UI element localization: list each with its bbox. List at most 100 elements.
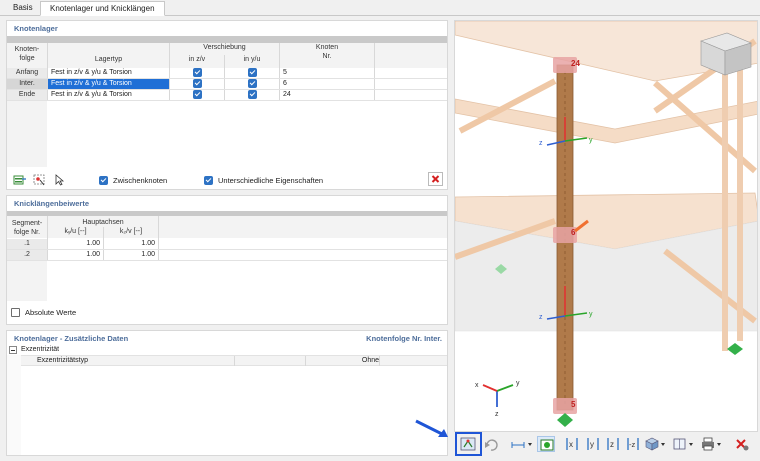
svg-text:z: z: [539, 140, 543, 147]
knotenlager-title: Knotenlager: [14, 24, 58, 33]
row-header-filler: [7, 101, 47, 167]
graphic-viewport[interactable]: 24 6 5 z y z y x y z: [454, 20, 758, 432]
checkbox-zv[interactable]: [193, 90, 202, 99]
display-options-button[interactable]: [510, 436, 534, 452]
view-y-button[interactable]: y: [584, 436, 602, 452]
view-minus-z-icon: -z: [627, 438, 639, 450]
table-export-icon: [13, 175, 26, 185]
kz-value[interactable]: 1.00: [104, 250, 155, 260]
absolute-werte-checkbox[interactable]: [11, 308, 20, 317]
knicklaengen-title: Knicklängenbeiwerte: [14, 199, 90, 208]
close-graphic-icon: [736, 439, 749, 451]
svg-text:z: z: [539, 314, 543, 321]
iso-view-icon: [645, 437, 665, 451]
box-view-icon: [673, 438, 693, 450]
render-icon: [540, 439, 554, 451]
row-header-filler: [7, 261, 47, 301]
checkbox-yu[interactable]: [248, 79, 257, 88]
tab-bar: Basis Knotenlager und Knicklängen: [0, 0, 760, 16]
row-knoten[interactable]: 24: [283, 90, 363, 100]
checkbox-zv[interactable]: [193, 68, 202, 77]
delete-button[interactable]: [428, 172, 443, 186]
segment-nr: .2: [7, 250, 47, 260]
row-lagertyp-selected[interactable]: Fest in z/v & y/u & Torsion: [48, 79, 169, 89]
header-knoten-nr: Knoten Nr.: [280, 43, 374, 68]
svg-text:y: y: [589, 311, 593, 318]
table-export-button[interactable]: [11, 172, 26, 186]
view-z-icon: z: [607, 438, 619, 450]
node-label-5: 5: [571, 400, 576, 409]
tab-knotenlager[interactable]: Knotenlager und Knicklängen: [40, 1, 165, 16]
support-bottom: [557, 413, 573, 427]
header-kz: k₂/v [--]: [104, 227, 158, 238]
exzentrizitaetstyp-value[interactable]: Ohne: [307, 356, 379, 366]
exzentrizitaetstyp-label: Exzentrizitätstyp: [37, 357, 88, 364]
row-line: [7, 100, 447, 101]
divider: [47, 43, 48, 100]
zusatz-knotenfolge: Knotenfolge Nr. Inter.: [366, 334, 442, 343]
row-lagertyp[interactable]: Fest in z/v & y/u & Torsion: [51, 90, 167, 100]
row-knoten[interactable]: 5: [283, 68, 363, 78]
dimension-icon: [511, 442, 532, 448]
header-ky: kᵧ/u [--]: [48, 227, 103, 238]
cursor-icon: [55, 174, 65, 186]
printer-icon: [702, 437, 721, 451]
row-line: [7, 260, 447, 261]
svg-text:-z: -z: [629, 440, 635, 449]
node-label-24: 24: [571, 59, 580, 68]
view-minus-z-button[interactable]: -z: [624, 436, 642, 452]
ky-value[interactable]: 1.00: [48, 250, 100, 260]
highlight-arrow-icon: [415, 419, 448, 437]
checkbox-zv[interactable]: [193, 79, 202, 88]
header-lagertyp: Lagertyp: [48, 43, 169, 68]
view-node-button[interactable]: [459, 436, 477, 452]
undo-icon: [485, 439, 498, 451]
row-lagertyp[interactable]: Fest in z/v & y/u & Torsion: [51, 68, 167, 78]
collapse-toggle[interactable]: [9, 346, 17, 354]
knicklaengen-panel: Knicklängenbeiwerte Segment- folge Nr. H…: [6, 195, 448, 325]
row-folge-anfang: Anfang: [7, 68, 47, 78]
undo-view-button[interactable]: [482, 436, 500, 452]
close-graphic-button[interactable]: [733, 436, 751, 452]
segment-nr: .1: [7, 239, 47, 249]
render-mode-button[interactable]: [537, 436, 555, 452]
global-axis-triad: x y z: [475, 380, 520, 418]
row-knoten[interactable]: 6: [283, 79, 363, 89]
zwischenknoten-checkbox[interactable]: [99, 176, 108, 185]
select-in-graphic-button[interactable]: [31, 172, 46, 186]
support-right: [727, 343, 743, 355]
table-top-bar: [7, 36, 447, 43]
svg-text:y: y: [516, 380, 520, 387]
header-knotenfolge: Knoten- folge: [7, 43, 47, 68]
divider: [379, 356, 380, 366]
kz-value[interactable]: 1.00: [104, 239, 155, 249]
svg-text:y: y: [589, 137, 593, 144]
visibility-button[interactable]: [671, 436, 697, 452]
iso-view-button[interactable]: [643, 436, 669, 452]
view-z-button[interactable]: z: [604, 436, 622, 452]
divider: [169, 43, 170, 100]
divider: [234, 356, 235, 366]
checkbox-yu[interactable]: [248, 90, 257, 99]
structure-graphic: 24 6 5 z y z y x y z: [455, 21, 757, 427]
zusatz-panel: Knotenlager - Zusätzliche Daten Knotenfo…: [6, 330, 448, 456]
view-x-button[interactable]: x: [563, 436, 581, 452]
header-empty: [159, 216, 447, 238]
group-exzentrizitaet: Exzentrizität: [21, 346, 60, 353]
zusatz-title: Knotenlager - Zusätzliche Daten: [14, 334, 129, 343]
divider: [158, 216, 159, 260]
header-in-yu: in y/u: [225, 55, 279, 68]
header-in-zv: in z/v: [170, 55, 224, 68]
select-nodes-icon: [33, 174, 45, 186]
svg-text:y: y: [590, 440, 594, 449]
row-folge-ende: Ende: [7, 90, 47, 100]
divider: [305, 356, 306, 366]
unterschiedliche-eigenschaften-checkbox[interactable]: [204, 176, 213, 185]
divider: [279, 43, 280, 100]
view-x-icon: x: [566, 438, 578, 450]
print-button[interactable]: [699, 436, 725, 452]
checkbox-yu[interactable]: [248, 68, 257, 77]
tab-basis[interactable]: Basis: [4, 1, 42, 16]
pick-node-button[interactable]: [51, 172, 66, 186]
ky-value[interactable]: 1.00: [48, 239, 100, 249]
